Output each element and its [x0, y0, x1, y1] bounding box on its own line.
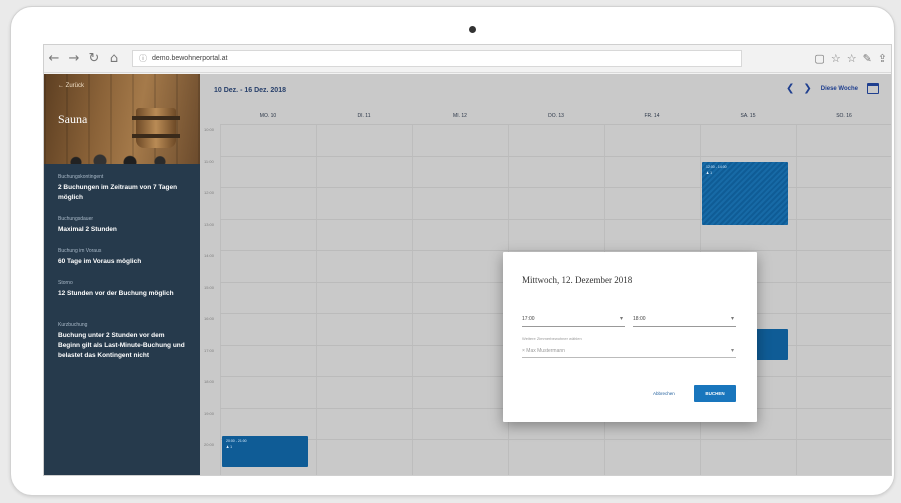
info-advance: Buchung im Voraus 60 Tage im Voraus mögl…	[58, 248, 142, 265]
dialog-title: Mittwoch, 12. Dezember 2018	[522, 275, 633, 285]
url-text: demo.bewohnerportal.at	[152, 55, 228, 62]
cancel-button[interactable]: Abbrechen	[653, 391, 675, 396]
end-time-value: 18:00	[633, 316, 646, 322]
info-quota: Buchungskontingent 2 Buchungen im Zeitra…	[58, 174, 178, 201]
back-arrow-icon[interactable]: ←	[44, 51, 64, 66]
member-chip[interactable]: × Max Mustermann	[522, 348, 565, 354]
start-time-value: 17:00	[522, 316, 535, 322]
event-time: 20:00 - 21:00	[226, 438, 247, 443]
day-header: SA. 15	[740, 113, 756, 119]
sauna-stones	[64, 154, 184, 164]
hour-label: 16:00	[204, 316, 215, 321]
event-participants: ♟ 1	[706, 170, 713, 175]
day-header: SO. 16	[836, 113, 852, 119]
week-navigation: ❮ ❯ Diese Woche	[786, 83, 879, 94]
hour-gridline	[220, 439, 891, 440]
hour-gridline	[220, 218, 891, 220]
home-icon[interactable]: ⌂	[104, 51, 124, 66]
hour-label: 12:00	[204, 190, 215, 195]
day-header: DO. 13	[548, 113, 564, 119]
screen: ← → ↻ ⌂ ⓘ demo.bewohnerportal.at ▢ ☆ ☆ ✎…	[43, 44, 892, 476]
this-week-button[interactable]: Diese Woche	[821, 86, 858, 92]
favorite-star-icon[interactable]: ☆	[831, 52, 841, 65]
favorites-list-icon[interactable]: ☆	[847, 52, 857, 65]
end-time-select[interactable]: 18:00 ▾	[633, 312, 736, 327]
info-duration: Buchungsdauer Maximal 2 Stunden	[58, 216, 117, 233]
pen-icon[interactable]: ✎	[863, 52, 872, 65]
hour-label: 18:00	[204, 379, 215, 384]
chevron-down-icon: ▾	[619, 315, 623, 322]
hour-label: 14:00	[204, 253, 215, 258]
chevron-down-icon: ▾	[730, 347, 734, 354]
day-column-divider	[796, 124, 797, 475]
hour-label: 17:00	[204, 347, 215, 353]
hour-gridline	[220, 124, 891, 125]
day-header: MI. 12	[453, 113, 467, 119]
sidebar: ← Zurück Sauna Buchungskontingent 2 Buch…	[44, 74, 200, 475]
browser-toolbar: ← → ↻ ⌂ ⓘ demo.bewohnerportal.at ▢ ☆ ☆ ✎…	[44, 45, 891, 73]
calendar-icon[interactable]	[867, 83, 879, 94]
day-header: DI. 11	[357, 113, 371, 119]
browser-actions: ▢ ☆ ☆ ✎ ⇪	[814, 52, 891, 65]
share-icon[interactable]: ⇪	[878, 52, 887, 65]
event-participants: ♟ 1	[226, 444, 233, 449]
event-time: 12:00 - 14:00	[706, 164, 727, 169]
reading-view-icon[interactable]: ▢	[814, 52, 824, 65]
date-range: 10 Dez. - 16 Dez. 2018	[214, 87, 286, 94]
next-week-icon[interactable]: ❯	[803, 83, 811, 94]
book-button[interactable]: BUCHEN	[694, 385, 736, 402]
hour-label: 20:00	[204, 442, 215, 447]
previous-week-icon[interactable]: ❮	[786, 83, 794, 94]
app: ← Zurück Sauna Buchungskontingent 2 Buch…	[44, 74, 891, 475]
refresh-icon[interactable]: ↻	[84, 51, 104, 66]
member-select[interactable]: × Max Mustermann ▾	[522, 345, 736, 358]
day-header: MO. 10	[259, 113, 277, 119]
hour-label: 11:00	[204, 158, 214, 164]
hour-label: 19:00	[204, 410, 215, 416]
hour-gridline	[220, 155, 891, 157]
member-select-label: Weitere Zimmerbewohner wählen	[522, 336, 582, 341]
info-short-booking: Kurzbuchung Buchung unter 2 Stunden vor …	[58, 322, 185, 359]
hour-gridline	[220, 250, 891, 251]
camera	[469, 26, 476, 33]
start-time-select[interactable]: 17:00 ▾	[522, 312, 625, 327]
address-bar[interactable]: ⓘ demo.bewohnerportal.at	[132, 50, 742, 67]
tablet-frame: ← → ↻ ⌂ ⓘ demo.bewohnerportal.at ▢ ☆ ☆ ✎…	[10, 6, 895, 496]
hour-gridline	[220, 187, 891, 188]
info-icon: ⓘ	[139, 54, 147, 63]
booking-event[interactable]: 20:00 - 21:00 ♟ 1	[222, 435, 308, 468]
calendar-main: 10 Dez. - 16 Dez. 2018 ❮ ❯ Diese Woche M…	[200, 74, 891, 475]
sauna-image: ← Zurück Sauna	[44, 74, 200, 164]
day-column-divider	[316, 124, 317, 475]
sauna-bucket	[132, 108, 180, 148]
forward-arrow-icon[interactable]: →	[64, 51, 84, 66]
day-column-divider	[412, 124, 413, 475]
booking-dialog: Mittwoch, 12. Dezember 2018 17:00 ▾ 18:0…	[503, 252, 757, 422]
info-storno: Storno 12 Stunden vor der Buchung möglic…	[58, 280, 174, 297]
hour-label: 13:00	[204, 221, 215, 227]
back-link[interactable]: ← Zurück	[58, 83, 84, 89]
day-column-divider	[220, 124, 221, 475]
hour-label: 15:00	[204, 284, 215, 290]
facility-title: Sauna	[58, 112, 88, 126]
hour-label: 10:00	[204, 127, 215, 132]
day-header: FR. 14	[644, 113, 660, 119]
chevron-down-icon: ▾	[730, 315, 734, 322]
booking-event[interactable]: 12:00 - 14:00 ♟ 1	[702, 161, 788, 225]
